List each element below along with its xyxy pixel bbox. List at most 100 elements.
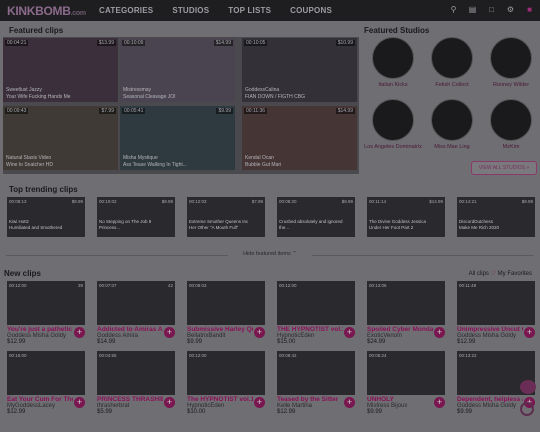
clip-title: Bubble Gut Mari (245, 162, 282, 168)
clip-thumbnail[interactable]: 00:05:24 (367, 351, 445, 395)
clip-duration: 00:10:09 (122, 40, 146, 46)
clip-thumbnail[interactable]: 00:08:03 (187, 281, 265, 325)
clip-title[interactable]: Dependent, helpless and (457, 396, 523, 403)
chat-icon[interactable] (520, 380, 536, 394)
studio-item[interactable]: Los Angeles Dominatrix (364, 99, 422, 151)
clip-thumbnail[interactable]: 00:15:00 (7, 351, 85, 395)
my-favorites-link[interactable]: My Favorites (498, 271, 532, 277)
featured-clip-card[interactable]: 00:10:05 $10.99 GoddessCalina FIAN DOWN / F… (242, 38, 357, 102)
all-clips-link[interactable]: All clips (469, 271, 489, 277)
studio-item[interactable]: Miss Mae Ling (423, 99, 481, 151)
studio-item[interactable]: Rooney Wilder (482, 37, 540, 89)
featured-clips-grid: 00:04:21 $13.99 Sweetlust Jazzy Your Wife F… (3, 37, 359, 174)
add-to-cart-button[interactable]: + (164, 397, 175, 408)
studio-name: Los Angeles Dominatrix (364, 144, 422, 150)
video-icon[interactable]: ■ (525, 5, 534, 14)
clip-thumbnail[interactable]: 00:07:07 42 (97, 281, 175, 325)
new-clip-card[interactable]: 00:12:00 39 You're just a pathetic l Goddes… (7, 281, 85, 345)
featured-clip-card[interactable]: 00:04:21 $13.99 Sweetlust Jazzy Your Wife F… (3, 38, 118, 102)
clip-duration: 00:05:41 (122, 108, 146, 114)
top-bar: KINKBOMB.com CATEGORIES STUDIOS TOP LIST… (0, 0, 540, 21)
trending-clip-card[interactable]: 00:10:02 $9.99 No Stepping on The Job 9 Pr… (97, 197, 175, 237)
new-clip-card[interactable]: 00:08:42 Teased by the Sitter Kelle Martin… (277, 351, 355, 415)
new-clip-card[interactable]: 00:13:06 Spoiled Cyber Monday ExoticVenom $… (367, 281, 445, 345)
add-to-cart-button[interactable]: + (164, 327, 175, 338)
clip-title[interactable]: Submissive Harley Quinn (187, 326, 253, 333)
add-to-cart-button[interactable]: + (254, 327, 265, 338)
clip-title[interactable]: THE HYPNOTIST vol.1 Ex (277, 326, 343, 333)
clip-thumbnail[interactable]: 00:12:00 (187, 351, 265, 395)
cart-icon[interactable]: ▤ (468, 5, 477, 14)
preferences-icon[interactable] (520, 402, 534, 416)
clip-duration: 00:08:20 (279, 199, 297, 204)
add-to-cart-button[interactable]: + (434, 327, 445, 338)
studio-avatar (372, 37, 414, 79)
settings-icon[interactable]: ⚙ (506, 5, 515, 14)
new-clip-card[interactable]: 00:08:03Submissive Harley QuinnBellatrix… (187, 281, 265, 345)
clip-title: FIAN DOWN / FIGTH CBG (245, 94, 305, 100)
clip-thumbnail[interactable]: 00:13:06 (367, 281, 445, 325)
clip-title[interactable]: PRINCESS THRASHIE EN (97, 396, 163, 403)
new-clip-card[interactable]: 00:12:00The HYPNOTIST vol.1 ExHypnoticEd… (187, 351, 265, 415)
clip-thumbnail[interactable]: 00:11:48 (457, 281, 535, 325)
studio-item[interactable]: MzKim (482, 99, 540, 151)
add-to-cart-button[interactable]: + (74, 327, 85, 338)
clip-thumbnail[interactable]: 00:12:00 39 (7, 281, 85, 325)
clip-caption: Extreme Smother Queens Inc Her Other "A … (189, 219, 249, 230)
clip-title[interactable]: The HYPNOTIST vol.1 Ex (187, 396, 253, 403)
clip-price: $12.99 (277, 409, 296, 415)
clip-title[interactable]: Spoiled Cyber Monday (367, 326, 433, 333)
trending-clip-card[interactable]: 00:11:14 $14.99 The Divine Goddess Jessica… (367, 197, 445, 237)
nav-categories[interactable]: CATEGORIES (99, 6, 153, 15)
new-clip-card[interactable]: 00:12:00THE HYPNOTIST vol.1 ExHypnoticEd… (277, 281, 355, 345)
featured-clip-card[interactable]: 00:05:41 $9.99 Misha Mystique Ass Tease Wal… (120, 106, 235, 170)
new-clip-card[interactable]: 00:11:48Unimpressive Uncut CockGoddess M… (457, 281, 535, 345)
clip-studio: Kendal Ocan (245, 155, 274, 161)
clip-price: $12.99 (7, 339, 26, 345)
add-to-cart-button[interactable]: + (344, 327, 355, 338)
new-clip-card[interactable]: 00:15:00Eat Your Cum For The ErMyGoddess… (7, 351, 85, 415)
hide-featured-toggle[interactable]: Hide featured items ⌃ (0, 251, 540, 257)
clip-thumbnail[interactable]: 00:04:55 (97, 351, 175, 395)
clip-caption: The Divine Goddess Jessica Under Her Foo… (369, 219, 427, 230)
lock-icon[interactable]: □ (487, 5, 496, 14)
clip-thumbnail[interactable]: 00:12:00 (277, 281, 355, 325)
add-to-cart-button[interactable]: + (254, 397, 265, 408)
new-clip-card[interactable]: 00:04:55PRINCESS THRASHIE ENthrasherbrat… (97, 351, 175, 415)
view-all-studios-button[interactable]: VIEW ALL STUDIOS » (471, 161, 537, 175)
clip-duration: 00:10:05 (244, 40, 268, 46)
featured-clip-card[interactable]: 00:11:36 $14.99 Kendal Ocan Bubble Gut Mari (242, 106, 357, 170)
new-clips-links: All clips ♡ My Favorites (469, 270, 532, 277)
nav-studios[interactable]: STUDIOS (172, 6, 209, 15)
clip-title[interactable]: You're just a pathetic l (7, 326, 73, 333)
add-to-cart-button[interactable]: + (524, 327, 535, 338)
featured-clip-card[interactable]: 00:10:09 $14.99 Mistressmay Seasonal Cleava… (120, 38, 235, 102)
new-clip-card[interactable]: 00:07:07 42 Addicted to Amiras Ass Goddess … (97, 281, 175, 345)
nav-coupons[interactable]: COUPONS (290, 6, 332, 15)
trending-clip-card[interactable]: 00:14:21 $9.99 DiscordDutchess Make Me Ric… (457, 197, 535, 237)
clip-caption: DiscordDutchess Make Me Rich 2020 (459, 219, 500, 230)
search-icon[interactable]: ⚲ (449, 5, 458, 14)
trending-clip-card[interactable]: 00:08:20 $9.99 Crushed absolutely and igno… (277, 197, 355, 237)
add-to-cart-button[interactable]: + (344, 397, 355, 408)
site-logo[interactable]: KINKBOMB.com (7, 4, 99, 18)
clip-title[interactable]: Unimpressive Uncut Cock (457, 326, 523, 333)
studio-item[interactable]: Italian Kicks (364, 37, 422, 89)
nav-top-lists[interactable]: TOP LISTS (228, 6, 271, 15)
clip-title[interactable]: UNHOLY (367, 396, 433, 403)
clip-caption: Kiwi Hottz Humiliated and Smothered (9, 219, 63, 230)
add-to-cart-button[interactable]: + (434, 397, 445, 408)
add-to-cart-button[interactable]: + (74, 397, 85, 408)
clip-price: $12.99 (457, 339, 476, 345)
clip-duration: 00:15:00 (9, 353, 27, 358)
clip-duration: 00:12:00 (9, 283, 27, 288)
trending-clip-card[interactable]: 00:12:03 $7.99 Extreme Smother Queens Inc … (187, 197, 265, 237)
new-clip-card[interactable]: 00:05:24 UNHOLY Mistress Bijoux $9.99 + (367, 351, 445, 415)
featured-clip-card[interactable]: 00:09:43 $7.99 Natural Stasis Video Wine to… (3, 106, 118, 170)
trending-clip-card[interactable]: 00:08:13 $9.99 Kiwi Hottz Humiliated and S… (7, 197, 85, 237)
clip-title[interactable]: Eat Your Cum For The Er (7, 396, 73, 403)
clip-thumbnail[interactable]: 00:08:42 (277, 351, 355, 395)
studio-item[interactable]: Fetish Collect (423, 37, 481, 89)
clip-title[interactable]: Addicted to Amiras Ass (97, 326, 163, 333)
clip-title[interactable]: Teased by the Sitter (277, 396, 343, 403)
